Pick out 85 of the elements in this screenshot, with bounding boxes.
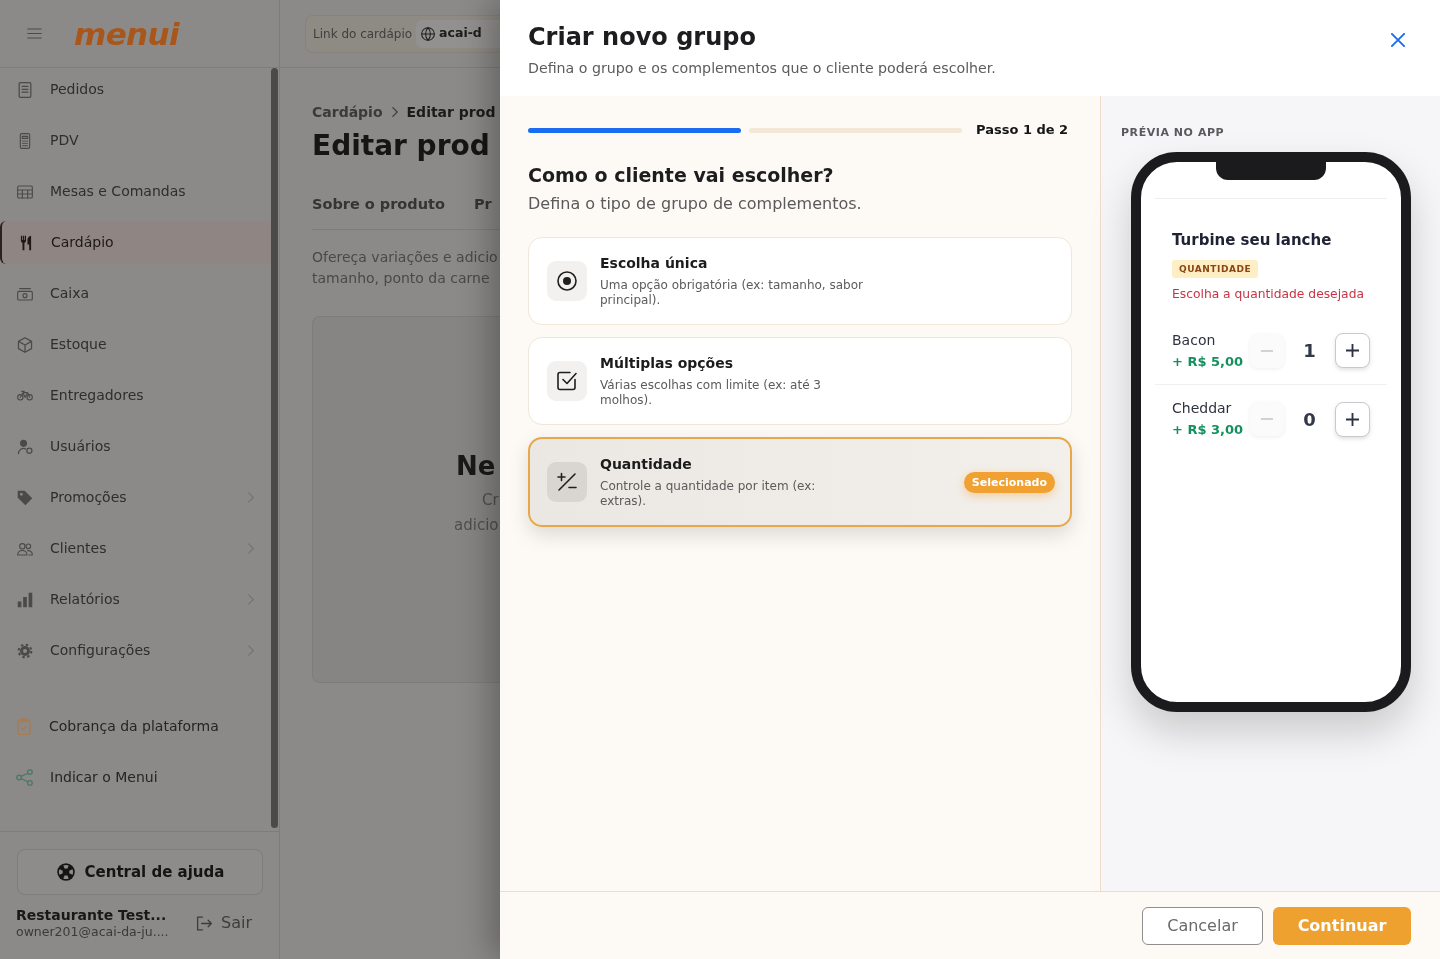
plus-minus-icon <box>547 462 587 502</box>
continue-button[interactable]: Continuar <box>1273 906 1411 945</box>
option-title: Quantidade <box>600 455 693 473</box>
option-description: Uma opção obrigatória (ex: tamanho, sabor principal). <box>600 278 864 308</box>
preview-label: PRÉVIA NO APP <box>1121 126 1226 140</box>
nav-item[interactable]: Relatórios <box>0 578 271 621</box>
checkbox-icon <box>547 361 587 401</box>
logout-button[interactable]: Sair <box>196 911 252 935</box>
tab[interactable]: Sobre o produto <box>312 194 445 214</box>
type-badge: QUANTIDADE <box>1172 260 1259 278</box>
section-hint: Defina o tipo de grupo de complementos. <box>528 194 863 214</box>
nav-link[interactable]: Indicar o Menui <box>0 756 271 799</box>
nav-item[interactable]: Promoções <box>0 476 271 519</box>
panel-title: Criar novo grupo <box>528 22 757 52</box>
lifebuoy-icon <box>55 862 76 882</box>
nav-item[interactable]: Caixa <box>0 272 271 315</box>
page-title: Editar prod <box>312 129 491 163</box>
panel-subtitle: Defina o grupo e os complementos que o cliente poderá escolher. <box>528 59 996 78</box>
nav-item[interactable]: Cardápio <box>0 221 271 264</box>
fork-knife-icon <box>18 234 34 251</box>
minus-icon <box>1261 418 1273 420</box>
item-price: + R$ 3,00 <box>1172 421 1244 439</box>
nav-item[interactable]: Clientes <box>0 527 271 570</box>
gear-icon <box>17 642 33 659</box>
empty-state-title: Ne <box>456 450 497 482</box>
item-name: Cheddar <box>1172 399 1233 417</box>
item-price: + R$ 5,00 <box>1172 352 1244 371</box>
close-icon <box>1391 33 1405 47</box>
instruction-text: Escolha a quantidade desejada <box>1172 286 1364 302</box>
description-text: Ofereça variações e adicio tamanho, ponto da carne <box>312 248 499 288</box>
option-card[interactable]: Escolha única Uma opção obrigatória (ex: tamanho, sabor principal). <box>528 237 1072 325</box>
option-title: Escolha única <box>600 254 709 272</box>
nav-link[interactable]: Cobrança da plataforma <box>0 705 271 748</box>
option-description: Controle a quantidade por item (ex: extras). <box>600 479 817 509</box>
increase-button[interactable] <box>1335 333 1370 368</box>
cube-icon <box>17 336 33 353</box>
quantity-value: 1 <box>1302 339 1317 363</box>
account-email: owner201@acai-da-ju.... <box>16 924 169 940</box>
nav-item[interactable]: Estoque <box>0 323 271 366</box>
menu-icon[interactable] <box>27 27 42 40</box>
logout-icon <box>196 915 213 931</box>
logo: menui <box>74 15 179 52</box>
scrollbar-thumb[interactable] <box>271 68 278 828</box>
nav-item[interactable]: Configurações <box>0 629 271 672</box>
increase-button[interactable] <box>1335 401 1370 437</box>
radio-icon <box>547 261 587 301</box>
close-button[interactable] <box>1391 33 1405 47</box>
account-name: Restaurante Test... <box>16 906 168 924</box>
plus-icon <box>1346 344 1359 357</box>
tab[interactable]: Pr <box>473 194 492 214</box>
nav-item[interactable]: Mesas e Comandas <box>0 170 271 213</box>
quantity-value: 0 <box>1302 407 1317 432</box>
nav-item[interactable]: Pedidos <box>0 68 271 111</box>
section-title: Como o cliente vai escolher? <box>528 163 835 187</box>
table-grid-icon <box>17 183 33 200</box>
clipboard-check-icon <box>16 717 32 736</box>
url-chip[interactable]: acai-d <box>416 19 500 48</box>
help-button[interactable]: Central de ajuda <box>17 849 263 895</box>
plus-icon <box>1346 412 1359 426</box>
option-title: Múltiplas opções <box>600 354 735 372</box>
tag-icon <box>17 489 33 506</box>
cancel-button[interactable]: Cancelar <box>1142 906 1263 945</box>
share-icon <box>16 769 33 786</box>
banknote-icon <box>17 285 33 302</box>
option-card[interactable]: Quantidade Controle a quantidade por item (ex: extras). Selecionado <box>528 437 1072 527</box>
bar-chart-icon <box>17 591 33 608</box>
chevron-right-icon <box>391 107 398 117</box>
user-gear-icon <box>17 438 33 455</box>
option-card[interactable]: Múltiplas opções Várias escolhas com limite (ex: até 3 molhos). <box>528 337 1072 425</box>
breadcrumb-link[interactable]: Cardápio <box>312 101 383 123</box>
nav-item[interactable]: Entregadores <box>0 374 271 417</box>
users-icon <box>17 540 33 557</box>
nav-item[interactable]: Usuários <box>0 425 271 468</box>
receipt-icon <box>17 81 33 98</box>
option-description: Várias escolhas com limite (ex: até 3 molhos). <box>600 378 822 408</box>
calculator-icon <box>17 132 33 149</box>
minus-icon <box>1261 349 1273 352</box>
selected-badge: Selecionado <box>963 471 1055 493</box>
nav-item[interactable]: PDV <box>0 119 271 162</box>
group-title: Turbine seu lanche <box>1172 230 1332 250</box>
breadcrumb-link[interactable]: Editar prod <box>406 101 496 123</box>
step-label: Passo 1 de 2 <box>976 121 1069 140</box>
link-label: Link do cardápio <box>313 25 413 43</box>
item-name: Bacon <box>1172 330 1217 349</box>
globe-icon <box>421 26 436 41</box>
